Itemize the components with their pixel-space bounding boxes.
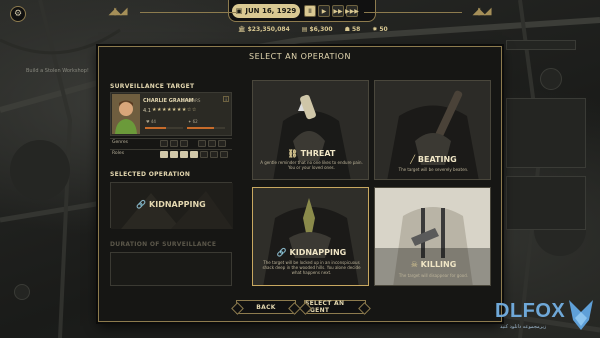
speed-1-button[interactable]: ▶ xyxy=(318,5,330,17)
target-info-button[interactable]: i xyxy=(223,96,229,102)
background-panel xyxy=(14,284,30,300)
left-ornament: ◢◣◢ xyxy=(108,5,127,17)
role-slot[interactable] xyxy=(210,151,218,158)
chain-icon: 🔗 xyxy=(276,248,287,257)
operation-name: 🔗 KIDNAPPING xyxy=(276,248,347,257)
fox-logo-icon xyxy=(569,300,593,330)
operation-name: ⛓ THREAT xyxy=(287,149,336,158)
background-panel xyxy=(506,40,576,50)
role-mask-icon[interactable] xyxy=(170,151,178,158)
settings-button[interactable]: ⚙ xyxy=(10,6,26,22)
target-stat-left-bar xyxy=(145,127,183,129)
genre-slot[interactable] xyxy=(180,140,188,147)
operation-description: A gentle reminder that no one likes to e… xyxy=(260,160,363,170)
operation-name: ☠ KILLING xyxy=(410,260,457,269)
genre-slot[interactable] xyxy=(170,140,178,147)
background-panel xyxy=(506,176,586,230)
genres-label: Genres xyxy=(112,140,128,145)
background-panel xyxy=(540,68,562,90)
gear-icon: ⚙ xyxy=(13,9,23,19)
role-mask-icon[interactable] xyxy=(160,151,168,158)
date-display[interactable]: ▣ JUN 16, 1929 xyxy=(232,4,300,18)
genre-slot[interactable] xyxy=(208,140,216,147)
target-portrait xyxy=(112,94,140,134)
back-button[interactable]: BACK xyxy=(236,300,296,314)
background-panel xyxy=(506,98,586,168)
money-stat: 🏛 $23,350,084 xyxy=(238,25,290,33)
bank-icon: 🏛 xyxy=(238,25,246,33)
duration-label: DURATION OF SURVEILLANCE xyxy=(110,241,217,248)
target-stat-right: ✦ 62 xyxy=(188,119,198,124)
operation-description: The target will disappear for good. xyxy=(398,273,469,278)
watermark-brand: DLFOX xyxy=(495,300,566,322)
operation-description: The target will be locked up in an incon… xyxy=(262,260,361,275)
target-stat-right-bar xyxy=(187,127,225,129)
operation-card-killing[interactable]: ☠ KILLING The target will disappear for … xyxy=(374,187,491,286)
role-mask-icon[interactable] xyxy=(190,151,198,158)
title-divider-left xyxy=(140,12,236,13)
cash-stat: ▤ $6,300 xyxy=(301,25,333,33)
dialog-title: SELECT AN OPERATION xyxy=(249,52,351,61)
stat-right-fill xyxy=(187,127,214,129)
portrait-art xyxy=(112,94,140,134)
heart-icon: ♥ xyxy=(146,119,150,124)
trophy-icon: ✦ xyxy=(188,119,192,124)
surveillance-target-label: SURVEILLANCE TARGET xyxy=(110,83,195,90)
target-stars: ★★★★★★★☆☆ xyxy=(152,107,197,113)
skull-icon: ☠ xyxy=(410,260,418,269)
role-mask-icon[interactable] xyxy=(180,151,188,158)
target-rating: 4.1 xyxy=(143,108,151,114)
roles-label: Roles xyxy=(112,151,125,156)
calendar-icon: ▣ xyxy=(235,7,243,15)
genre-slot[interactable] xyxy=(198,140,206,147)
selected-operation-label: SELECTED OPERATION xyxy=(110,171,191,178)
duration-box[interactable] xyxy=(110,252,232,286)
genre-slot[interactable] xyxy=(218,140,226,147)
operation-card-kidnapping[interactable]: 🔗 KIDNAPPING The target will be locked u… xyxy=(252,187,369,286)
cash-icon: ▤ xyxy=(301,25,308,33)
operation-name: ╱ BEATING xyxy=(410,155,457,164)
stat-1: ☗ 58 xyxy=(344,25,361,33)
influence-icon: ✸ xyxy=(372,25,378,33)
select-agent-button[interactable]: SELECT AN AGENT xyxy=(304,300,366,314)
operation-card-threat[interactable]: ⛓ THREAT A gentle reminder that no one l… xyxy=(252,80,369,180)
date-text: JUN 16, 1929 xyxy=(245,7,297,15)
killing-art xyxy=(375,188,490,285)
map-hint-label: Build a Stolen Workshop! xyxy=(26,68,89,74)
chain-icon: 🔗 xyxy=(136,200,147,209)
stat-left-fill xyxy=(145,127,166,129)
role-slot[interactable] xyxy=(220,151,228,158)
role-slot[interactable] xyxy=(200,151,208,158)
speed-2-button[interactable]: ▶▶ xyxy=(332,5,344,17)
bat-icon: ╱ xyxy=(410,155,416,164)
watermark-tagline: زیرمجموعه دانلود کنید xyxy=(500,324,547,330)
resource-bar: 🏛 $23,350,084 ▤ $6,300 ☗ 58 ✸ 50 xyxy=(238,24,388,34)
title-divider-right xyxy=(364,12,462,13)
genre-slot[interactable] xyxy=(160,140,168,147)
selected-operation-name: 🔗 KIDNAPPING xyxy=(136,200,206,209)
people-icon: ☗ xyxy=(344,25,350,33)
knuckles-icon: ⛓ xyxy=(287,149,298,158)
stat-2: ✸ 50 xyxy=(372,25,388,33)
pause-button[interactable]: II xyxy=(304,5,316,17)
speed-3-button[interactable]: ▶▶▶ xyxy=(345,5,359,17)
operation-description: The target will be severely beaten. xyxy=(398,167,469,172)
beating-art xyxy=(375,81,490,179)
target-stat-left: ♥ 44 xyxy=(146,119,156,124)
right-ornament: ◢◣◢ xyxy=(472,5,491,17)
operation-card-beating[interactable]: ╱ BEATING The target will be severely be… xyxy=(374,80,491,180)
target-age: 43 YEARS xyxy=(181,98,201,103)
